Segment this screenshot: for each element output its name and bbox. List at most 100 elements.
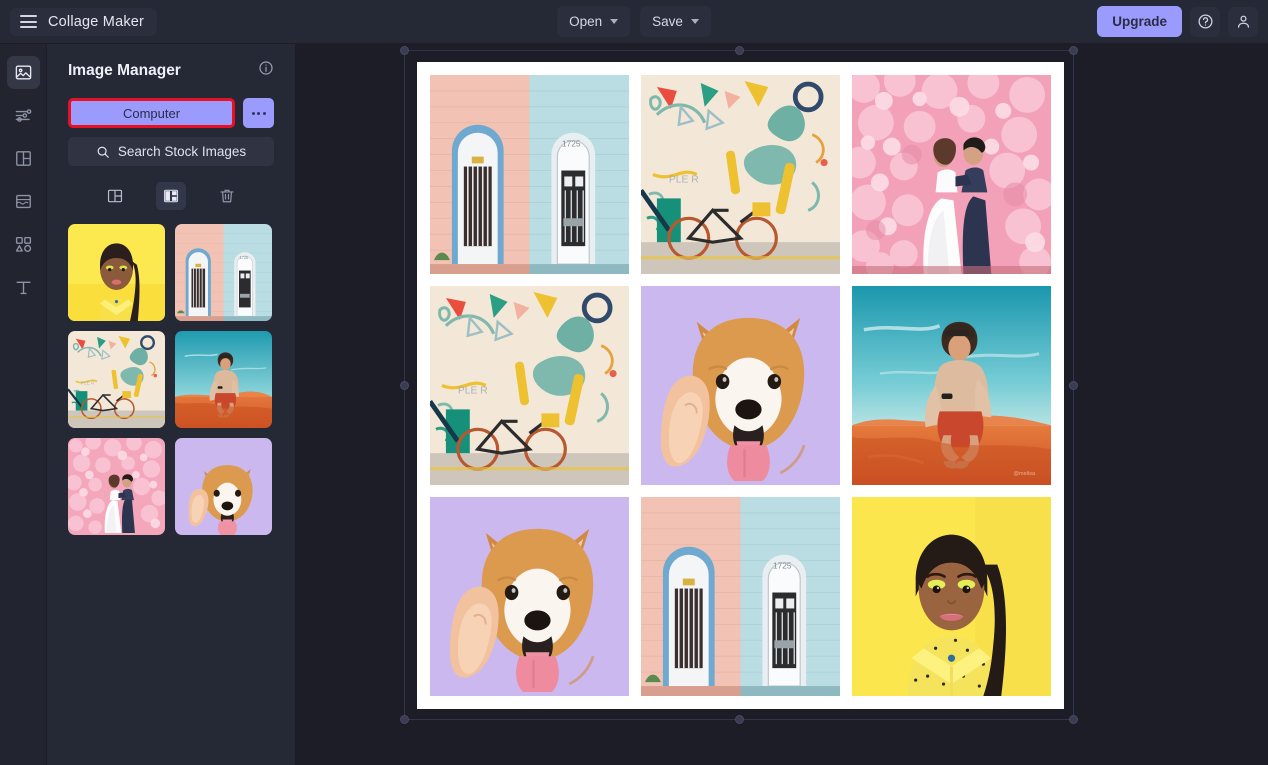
image-woman-yellow [68,224,165,321]
trash-icon [218,187,236,205]
resize-handle-bottom-left[interactable] [400,715,409,724]
thumbnail-wedding[interactable] [68,438,165,535]
collage-cell[interactable]: 1725 [641,497,840,696]
collage-maker-app: Collage Maker Open Save Upgrade [0,0,1268,765]
collage-canvas[interactable]: 1725 [417,62,1064,709]
chevron-down-icon [691,19,699,24]
rail-item-elements[interactable] [7,228,40,261]
thumbnail-doors[interactable]: 1725 [175,224,272,321]
rail-item-adjust[interactable] [7,99,40,132]
save-label: Save [652,14,683,29]
rail-item-background[interactable] [7,185,40,218]
resize-handle-top-center[interactable] [735,46,744,55]
image-doors: 1725 [430,75,629,274]
collage-cell[interactable]: 1725 [430,75,629,274]
image-bicycle-mural: PLE R [641,75,840,274]
thumbnail-bicycle-mural[interactable]: PLE R [68,331,165,428]
thumbnail-shiba[interactable] [175,438,272,535]
resize-handle-middle-left[interactable] [400,381,409,390]
ellipsis-icon [257,112,260,115]
layout-a-button[interactable] [100,182,130,210]
svg-text:1725: 1725 [773,561,792,571]
thumbnail-woman-yellow[interactable] [68,224,165,321]
image-shiba [641,286,840,485]
panel-tool-row [68,182,274,210]
upgrade-button[interactable]: Upgrade [1097,6,1182,37]
image-man-desert: @melisa [852,286,1051,485]
image-doors: 1725 [175,224,272,321]
text-icon [14,278,33,297]
tool-rail [0,44,47,765]
collage-cell[interactable]: PLE R [641,75,840,274]
ellipsis-icon [252,112,255,115]
layout-icon [14,149,33,168]
shapes-icon [14,235,33,254]
collage-cell[interactable] [852,75,1051,274]
image-manager-panel: Image Manager Computer [47,44,296,765]
user-icon [1235,13,1252,30]
open-button[interactable]: Open [557,6,630,37]
search-stock-images-button[interactable]: Search Stock Images [68,137,274,166]
image-icon [14,63,33,82]
search-icon [96,145,110,159]
image-source-row: Computer [68,98,274,128]
resize-handle-bottom-center[interactable] [735,715,744,724]
chevron-down-icon [610,19,618,24]
svg-text:PLE R: PLE R [458,385,488,396]
collage-cell[interactable] [430,497,629,696]
save-button[interactable]: Save [640,6,711,37]
image-bicycle-mural: PLE R [68,331,165,428]
uploaded-images-grid: 1725 [68,224,274,535]
image-woman-yellow [852,497,1051,696]
background-icon [14,192,33,211]
svg-text:1725: 1725 [239,255,249,260]
layout-b-icon [162,187,180,205]
svg-text:PLE R: PLE R [669,174,699,185]
rail-item-layouts[interactable] [7,142,40,175]
info-button[interactable] [258,60,274,81]
image-man-desert [175,331,272,428]
image-doors: 1725 [641,497,840,696]
image-bicycle-mural: PLE R [430,286,629,485]
resize-handle-top-left[interactable] [400,46,409,55]
canvas-area[interactable]: 1725 [296,44,1268,765]
sliders-icon [14,106,33,125]
ellipsis-icon [263,112,266,115]
resize-handle-bottom-right[interactable] [1069,715,1078,724]
file-menu-group: Open Save [557,6,711,37]
image-shiba [430,497,629,696]
info-circle-icon [258,60,274,76]
computer-button[interactable]: Computer [68,98,235,128]
image-shiba [175,438,272,535]
app-menu-button[interactable]: Collage Maker [10,8,157,36]
layout-a-icon [106,187,124,205]
svg-text:@melisa: @melisa [1013,471,1036,477]
image-wedding [852,75,1051,274]
image-wedding [68,438,165,535]
resize-handle-top-right[interactable] [1069,46,1078,55]
app-title: Collage Maker [48,14,144,30]
app-body: Image Manager Computer [0,44,1268,765]
rail-item-text[interactable] [7,271,40,304]
panel-header: Image Manager [68,60,274,81]
account-group: Upgrade [1097,6,1258,37]
collage-cell[interactable]: PLE R [430,286,629,485]
svg-text:1725: 1725 [562,139,581,149]
resize-handle-middle-right[interactable] [1069,381,1078,390]
top-bar: Collage Maker Open Save Upgrade [0,0,1268,44]
svg-text:PLE R: PLE R [81,380,96,386]
help-button[interactable] [1190,7,1220,37]
rail-item-images[interactable] [7,56,40,89]
layout-b-button[interactable] [156,182,186,210]
search-label: Search Stock Images [118,144,246,159]
collage-cell[interactable]: @melisa [852,286,1051,485]
account-button[interactable] [1228,7,1258,37]
thumbnail-man-desert[interactable] [175,331,272,428]
collage-cell[interactable] [641,286,840,485]
collage-cell[interactable] [852,497,1051,696]
open-label: Open [569,14,602,29]
delete-button[interactable] [212,182,242,210]
more-sources-button[interactable] [243,98,274,128]
panel-title: Image Manager [68,62,181,80]
hamburger-icon [20,15,37,28]
